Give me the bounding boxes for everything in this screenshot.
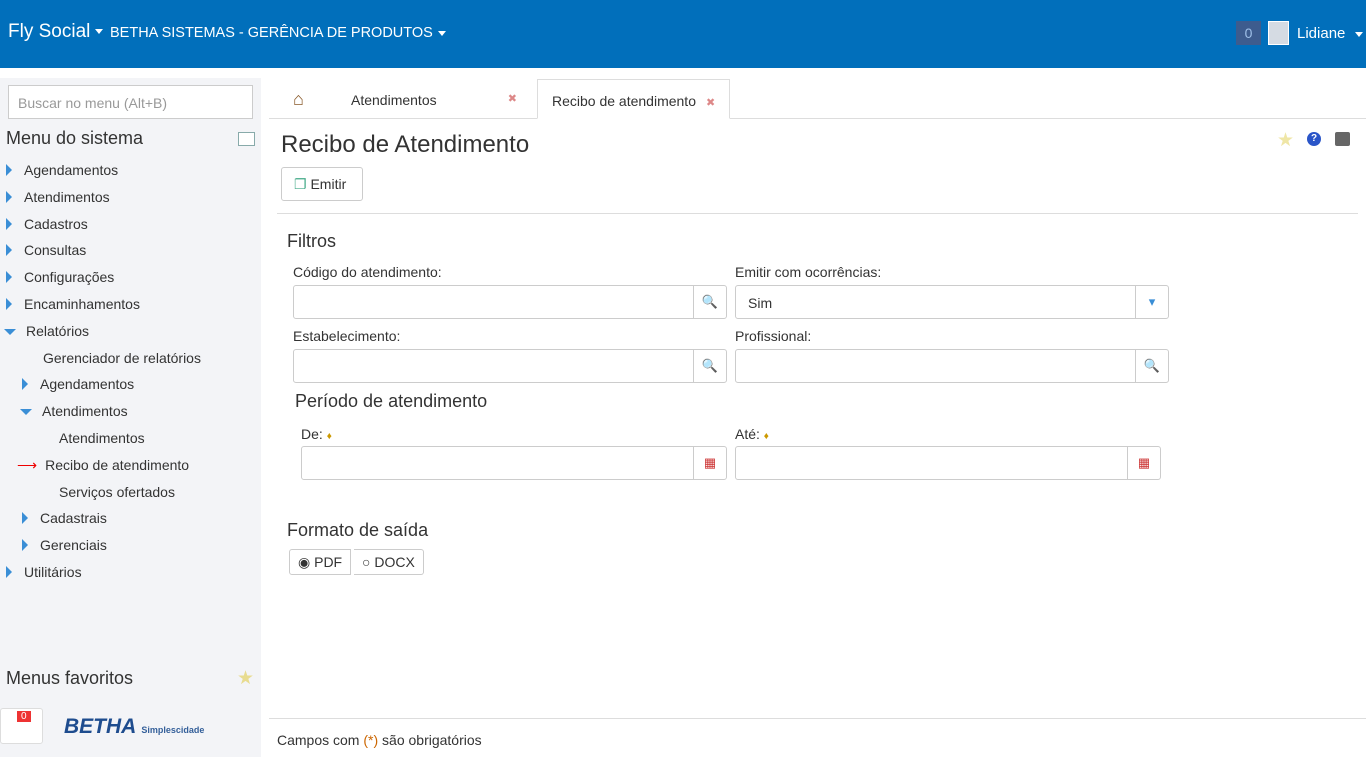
tab-bar: ⌂ Atendimentos ✖ Recibo de atendimento ✖ — [269, 79, 1366, 119]
print-icon[interactable] — [1335, 132, 1350, 146]
search-icon[interactable]: 🔍 — [693, 286, 726, 318]
sidebar-item[interactable]: Agendamentos — [6, 162, 118, 178]
tab-atendimentos[interactable]: Atendimentos ✖ — [337, 79, 517, 119]
sidebar-item[interactable]: Relatórios — [4, 323, 89, 339]
org-name: BETHA SISTEMAS - GERÊNCIA DE PRODUTOS — [110, 25, 433, 41]
support-icon[interactable]: 0 — [0, 708, 43, 744]
footer-note: Campos com (*) são obrigatórios — [269, 718, 1366, 761]
radio-pdf[interactable]: ◉ PDF — [289, 549, 352, 575]
hint-icon: ♦ — [326, 431, 332, 442]
sidebar-item[interactable]: Atendimentos — [6, 189, 110, 205]
collapse-menu-icon[interactable] — [238, 132, 255, 146]
sidebar-item[interactable]: Gerenciais — [22, 537, 107, 553]
home-icon[interactable]: ⌂ — [279, 79, 318, 119]
prof-input[interactable]: 🔍 — [735, 349, 1169, 383]
page-title: Recibo de Atendimento — [281, 131, 530, 158]
search-icon[interactable]: 🔍 — [693, 350, 726, 382]
close-icon: ✖ — [507, 93, 517, 105]
user-menu[interactable]: Lidiane — [1297, 25, 1364, 42]
sidebar: Buscar no menu (Alt+B) Menu do sistema A… — [0, 78, 261, 757]
calendar-icon[interactable]: ▦ — [693, 447, 726, 479]
calendar-icon[interactable]: ▦ — [1127, 447, 1160, 479]
favorites-title: Menus favoritos — [6, 668, 134, 688]
notification-badge[interactable]: 0 — [1236, 21, 1261, 45]
radio-docx[interactable]: ○ DOCX — [354, 549, 424, 575]
codigo-input[interactable]: 🔍 — [293, 285, 727, 319]
sidebar-item[interactable]: Serviços ofertados — [59, 484, 175, 500]
codigo-label: Código do atendimento: — [293, 264, 442, 280]
hint-icon: ♦ — [763, 431, 769, 442]
emitir-button[interactable]: ❐ Emitir — [281, 167, 363, 201]
sidebar-item[interactable]: Consultas — [6, 242, 86, 258]
menu-title: Menu do sistema — [6, 128, 144, 148]
top-bar: Fly Social BETHA SISTEMAS - GERÊNCIA DE … — [0, 0, 1366, 68]
close-icon: ✖ — [706, 97, 716, 109]
app-menu[interactable]: Fly Social — [8, 21, 104, 43]
prof-label: Profissional: — [735, 328, 812, 344]
search-icon[interactable]: 🔍 — [1135, 350, 1168, 382]
user-name: Lidiane — [1297, 25, 1346, 42]
org-menu[interactable]: BETHA SISTEMAS - GERÊNCIA DE PRODUTOS — [110, 25, 446, 41]
emitir-ocorr-select[interactable]: Sim ▾ — [735, 285, 1169, 319]
sidebar-item[interactable]: Atendimentos — [59, 430, 145, 446]
ate-label: Até: ♦ — [735, 426, 769, 442]
sidebar-item[interactable]: Cadastrais — [22, 510, 107, 526]
periodo-heading: Período de atendimento — [295, 391, 488, 411]
sidebar-item[interactable]: Utilitários — [6, 564, 82, 580]
emitir-ocorr-label: Emitir com ocorrências: — [735, 264, 882, 280]
chevron-down-icon: ▾ — [1135, 286, 1168, 318]
sidebar-item-active[interactable]: ⟶ Recibo de atendimento — [17, 457, 189, 474]
help-icon[interactable]: ? — [1307, 132, 1321, 146]
copy-icon: ❐ — [294, 176, 307, 192]
favorite-star-icon[interactable]: ★ — [1277, 129, 1294, 152]
star-icon[interactable]: ★ — [237, 667, 254, 690]
estab-label: Estabelecimento: — [293, 328, 401, 344]
menu-search-input[interactable]: Buscar no menu (Alt+B) — [8, 85, 253, 119]
tab-recibo[interactable]: Recibo de atendimento ✖ — [537, 79, 731, 119]
divider — [277, 213, 1358, 214]
filters-heading: Filtros — [287, 231, 336, 251]
arrow-icon: ⟶ — [17, 457, 38, 473]
de-date-input[interactable]: ▦ — [301, 446, 727, 480]
app-name: Fly Social — [8, 21, 91, 42]
sidebar-item[interactable]: Gerenciador de relatórios — [43, 350, 201, 366]
sidebar-item[interactable]: Encaminhamentos — [6, 296, 140, 312]
de-label: De: ♦ — [301, 426, 332, 442]
ate-date-input[interactable]: ▦ — [735, 446, 1161, 480]
betha-logo: BETHA Simplescidade — [64, 715, 205, 738]
formato-heading: Formato de saída — [287, 520, 429, 540]
sidebar-item[interactable]: Configurações — [6, 269, 114, 285]
sidebar-item[interactable]: Atendimentos — [20, 403, 128, 419]
avatar[interactable] — [1268, 21, 1289, 45]
estab-input[interactable]: 🔍 — [293, 349, 727, 383]
sidebar-item[interactable]: Agendamentos — [22, 376, 134, 392]
sidebar-item[interactable]: Cadastros — [6, 216, 88, 232]
